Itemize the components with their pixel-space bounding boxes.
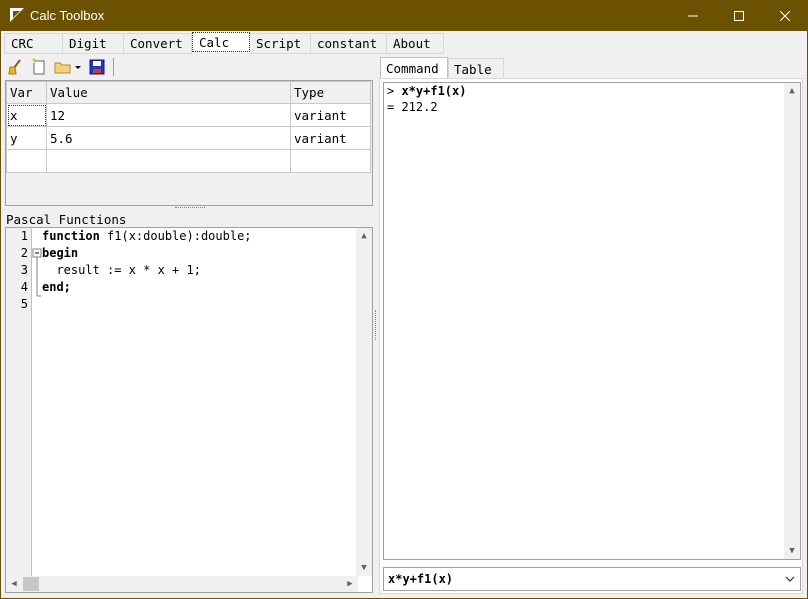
pascal-functions-label: Pascal Functions	[6, 212, 127, 227]
open-folder-icon	[54, 62, 81, 74]
var-type-cell[interactable]: variant	[290, 126, 371, 150]
calc-toolbar	[5, 57, 114, 77]
window-title: Calc Toolbox	[30, 8, 105, 23]
var-type-cell[interactable]: variant	[290, 103, 371, 127]
code-text: f1(x:double):double;	[99, 229, 252, 243]
var-value-cell[interactable]: 5.6	[46, 126, 291, 150]
tab-command[interactable]: Command	[380, 57, 448, 79]
clear-button[interactable]	[5, 57, 25, 77]
tab-about[interactable]: About	[387, 33, 444, 54]
line-number: 2	[20, 246, 28, 260]
maximize-icon	[734, 10, 744, 21]
code-line: end;	[42, 280, 71, 294]
variables-grid[interactable]: Var Value Type x 12 variant y 5.6 varian…	[5, 80, 373, 206]
right-tab-bar: Command Table	[380, 57, 504, 79]
command-input-value: x*y+f1(x)	[388, 572, 454, 586]
tab-table[interactable]: Table	[448, 58, 504, 79]
new-file-icon	[32, 58, 45, 75]
horizontal-splitter[interactable]	[175, 207, 205, 210]
var-value-cell[interactable]	[46, 149, 291, 173]
tab-convert[interactable]: Convert	[124, 33, 192, 54]
scroll-right-icon[interactable]: ▶	[342, 576, 358, 592]
line-number: 4	[20, 280, 28, 294]
main-tab-bar: CRC Digit Convert Calc Script constant A…	[4, 32, 444, 54]
tab-calc[interactable]: Calc	[192, 32, 250, 52]
table-row-empty[interactable]	[6, 149, 371, 173]
col-header-type[interactable]: Type	[290, 81, 371, 104]
editor-vertical-scrollbar[interactable]: ▲ ▼	[356, 228, 372, 576]
code-line: function f1(x:double):double;	[42, 228, 252, 245]
command-panel: > x*y+f1(x) = 212.2 ▲ ▼ x*y+f1(x)	[379, 78, 803, 594]
title-bar: Calc Toolbox	[0, 0, 808, 31]
console-input: x*y+f1(x)	[401, 84, 467, 98]
scroll-down-icon[interactable]: ▼	[784, 543, 800, 559]
maximize-button[interactable]	[716, 0, 762, 31]
code-area[interactable]: function f1(x:double):double; begin resu…	[42, 228, 252, 313]
command-input[interactable]: x*y+f1(x)	[383, 567, 801, 591]
line-number: 3	[20, 263, 28, 277]
grid-header-row: Var Value Type	[6, 81, 371, 104]
new-button[interactable]	[29, 57, 49, 77]
col-header-var[interactable]: Var	[6, 81, 47, 104]
table-row[interactable]: x 12 variant	[6, 103, 371, 127]
save-button[interactable]	[87, 57, 107, 77]
code-line: begin	[42, 246, 79, 260]
minimize-button[interactable]	[670, 0, 716, 31]
var-value-cell[interactable]: 12	[46, 103, 291, 127]
scroll-up-icon[interactable]: ▲	[356, 228, 372, 244]
code-fold-column	[32, 248, 42, 297]
console-line: > x*y+f1(x)	[384, 83, 800, 99]
console-vertical-scrollbar[interactable]: ▲ ▼	[784, 83, 800, 559]
table-row[interactable]: y 5.6 variant	[6, 126, 371, 150]
tab-crc[interactable]: CRC	[4, 33, 63, 54]
tab-constant[interactable]: constant	[311, 33, 387, 54]
chevron-down-icon[interactable]	[784, 573, 796, 585]
scroll-down-icon[interactable]: ▼	[356, 560, 372, 576]
scroll-left-icon[interactable]: ◀	[6, 576, 22, 592]
minimize-icon	[688, 15, 698, 16]
close-icon	[780, 10, 790, 21]
app-icon	[10, 8, 24, 22]
line-number: 1	[20, 229, 28, 243]
console-prompt: >	[387, 84, 402, 98]
pascal-editor[interactable]: 1 2 3 4 5 function f1(x:double):double; …	[5, 227, 373, 593]
open-button[interactable]	[53, 57, 83, 77]
scroll-up-icon[interactable]: ▲	[784, 83, 800, 99]
var-name-cell[interactable]: y	[6, 126, 47, 150]
line-number-gutter: 1 2 3 4 5	[6, 228, 32, 576]
col-header-value[interactable]: Value	[46, 81, 291, 104]
scroll-thumb[interactable]	[23, 577, 39, 591]
editor-horizontal-scrollbar[interactable]: ◀ ▶	[6, 576, 358, 592]
console-output[interactable]: > x*y+f1(x) = 212.2 ▲ ▼	[383, 82, 801, 560]
vertical-splitter[interactable]	[375, 310, 378, 340]
console-result: = 212.2	[387, 100, 438, 114]
toolbar-separator	[113, 58, 114, 76]
var-name-cell[interactable]	[6, 149, 47, 173]
var-name-cell[interactable]: x	[6, 103, 47, 127]
code-line: result := x * x + 1;	[42, 263, 201, 277]
tab-script[interactable]: Script	[250, 33, 311, 54]
var-type-cell[interactable]	[290, 149, 371, 173]
tab-digit[interactable]: Digit	[63, 33, 124, 54]
save-icon	[89, 59, 105, 75]
close-button[interactable]	[762, 0, 808, 31]
line-number: 5	[20, 297, 28, 311]
code-keyword: function	[42, 229, 100, 243]
clear-icon	[8, 59, 21, 75]
